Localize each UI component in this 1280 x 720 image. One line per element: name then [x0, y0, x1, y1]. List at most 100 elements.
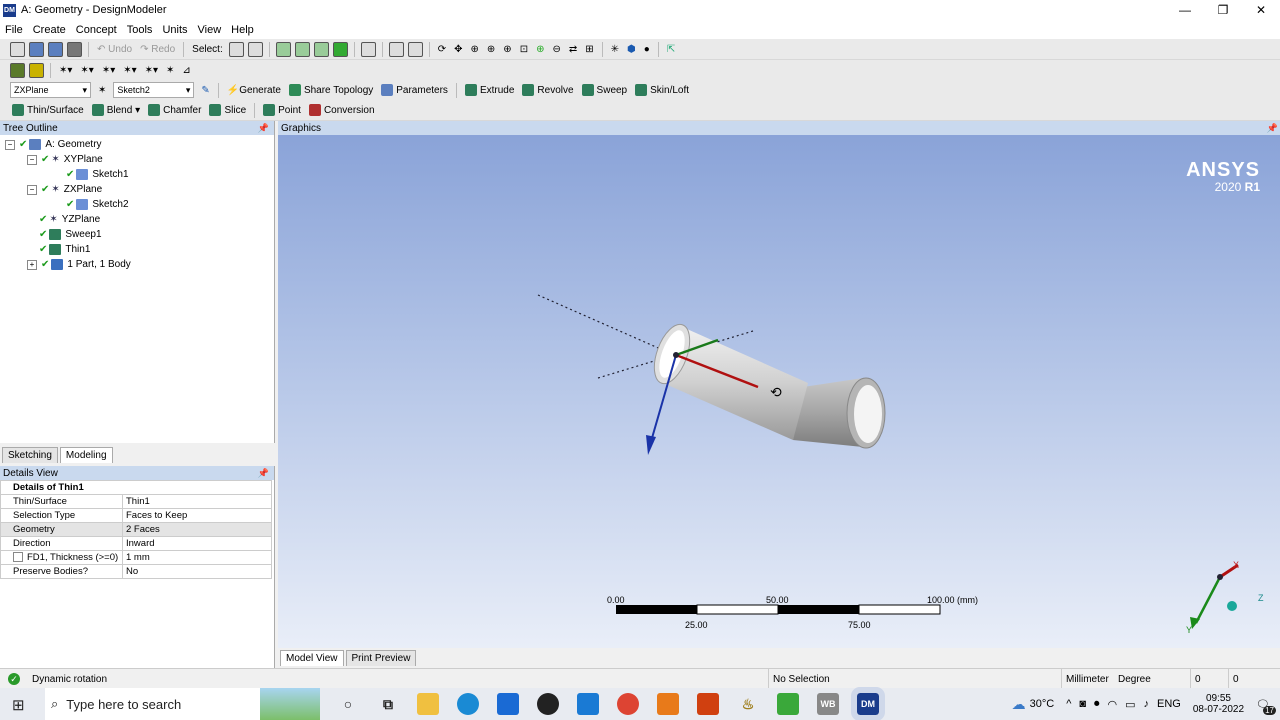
tree-item-sketch1[interactable]: ✔ Sketch1: [0, 167, 274, 182]
camera-icon[interactable]: ◙: [1079, 698, 1086, 710]
select-mode-icon[interactable]: [228, 41, 244, 57]
previous-view-icon[interactable]: ⇄: [565, 44, 581, 55]
maximize-button[interactable]: ❐: [1204, 0, 1242, 20]
collapse-icon[interactable]: −: [27, 184, 37, 195]
weather-icon[interactable]: ☁: [1012, 696, 1026, 713]
pin-icon[interactable]: 📌: [258, 468, 269, 479]
wifi-icon[interactable]: ◠: [1108, 698, 1118, 711]
plane-select[interactable]: ZXPlane: [10, 82, 91, 98]
cortana-icon[interactable]: ○: [337, 693, 359, 715]
share-topology-button[interactable]: Share Topology: [285, 84, 377, 96]
new-sketch-icon-2[interactable]: ✎: [197, 85, 213, 96]
taskbar-search[interactable]: ⌕ Type here to search: [45, 688, 260, 720]
plane-options-icon[interactable]: ✶▾: [119, 65, 140, 76]
rotate-icon[interactable]: ⟳: [434, 44, 450, 55]
zoom-box-icon[interactable]: ⊕: [483, 44, 499, 55]
parameters-button[interactable]: Parameters: [377, 84, 452, 96]
extrude-button[interactable]: Extrude: [461, 84, 518, 96]
clock[interactable]: 09:55 08-07-2022: [1193, 693, 1244, 715]
tree-item-sketch2[interactable]: ✔ Sketch2: [0, 197, 274, 212]
help-pointer-icon[interactable]: ⇱: [663, 44, 679, 55]
menu-help[interactable]: Help: [226, 24, 259, 36]
designmodeler-icon[interactable]: DM: [851, 687, 885, 720]
sketch-select[interactable]: Sketch2: [113, 82, 195, 98]
tree-item-zxplane[interactable]: − ✔ ✶ ZXPlane: [0, 182, 274, 197]
tab-modeling[interactable]: Modeling: [59, 447, 113, 463]
new-sketch-icon[interactable]: ✶: [162, 65, 178, 76]
pipe-body-first-segment[interactable]: [647, 320, 808, 440]
details-row[interactable]: Thin/Surface Thin1: [0, 494, 272, 509]
new-icon[interactable]: [10, 41, 25, 57]
zoom-fit-icon[interactable]: ⊡: [516, 44, 532, 55]
new-plane-icon[interactable]: ✶▾: [55, 65, 76, 76]
blend-button[interactable]: Blend ▾: [88, 104, 144, 116]
collapse-icon[interactable]: −: [27, 154, 37, 165]
tree-item-sweep1[interactable]: ✔ Sweep1: [0, 227, 274, 242]
tree-item-yzplane[interactable]: ✔ ✶ YZPlane: [0, 212, 274, 227]
display-model-color-icon[interactable]: [29, 62, 44, 78]
workbench-icon[interactable]: WB: [817, 693, 839, 715]
details-row[interactable]: Selection Type Faces to Keep: [0, 508, 272, 523]
language-label[interactable]: ENG: [1157, 698, 1181, 710]
display-model-icon[interactable]: ⬢: [623, 44, 640, 55]
store-icon[interactable]: [497, 693, 519, 715]
details-row[interactable]: Direction Inward: [0, 536, 272, 551]
save-icon[interactable]: [29, 41, 44, 57]
select-face-icon[interactable]: [313, 41, 329, 57]
next-view-icon[interactable]: ⊞: [581, 44, 597, 55]
display-point-icon[interactable]: ●: [640, 44, 654, 55]
microphone-icon[interactable]: ⏺: [1094, 698, 1100, 711]
tree-item-xyplane[interactable]: − ✔ ✶ XYPlane: [0, 152, 274, 167]
plane-normal-icon[interactable]: ✶▾: [141, 65, 162, 76]
redo-button[interactable]: ↷ Redo: [136, 44, 179, 55]
box-select2-icon[interactable]: [407, 41, 423, 57]
menu-tools[interactable]: Tools: [122, 24, 158, 36]
details-row[interactable]: Preserve Bodies? No: [0, 564, 272, 579]
sweep-button[interactable]: Sweep: [578, 84, 632, 96]
obs-icon[interactable]: [537, 693, 559, 715]
revolve-button[interactable]: Revolve: [518, 84, 577, 96]
chart-app-icon[interactable]: [777, 693, 799, 715]
notification-icon[interactable]: 🗨 17: [1256, 698, 1276, 715]
menu-file[interactable]: File: [0, 24, 28, 36]
tab-sketching[interactable]: Sketching: [2, 447, 58, 463]
expand-icon[interactable]: +: [27, 259, 37, 270]
acrobat-icon[interactable]: [697, 693, 719, 715]
battery-icon[interactable]: ▭: [1125, 698, 1135, 711]
chevron-up-icon[interactable]: ^: [1066, 698, 1071, 710]
close-button[interactable]: ✕: [1242, 0, 1280, 20]
windows-start-icon[interactable]: ⊞: [12, 696, 25, 714]
graphics-viewport[interactable]: ANSYS 2020 R1 ⟲ X Z Y 0.00 50.00 100.00 …: [278, 135, 1280, 648]
edge-icon[interactable]: [457, 693, 479, 715]
point-button[interactable]: Point: [259, 104, 305, 116]
box-select-icon[interactable]: [388, 41, 404, 57]
file-explorer-icon[interactable]: [417, 693, 439, 715]
skin-loft-button[interactable]: Skin/Loft: [631, 84, 693, 96]
conversion-button[interactable]: Conversion: [305, 104, 379, 116]
select-body-icon[interactable]: [332, 41, 348, 57]
pan-icon[interactable]: ✥: [450, 44, 466, 55]
pin-icon[interactable]: 📌: [258, 123, 269, 134]
display-plane-icon[interactable]: [10, 62, 25, 78]
collapse-icon[interactable]: −: [5, 139, 15, 150]
volume-icon[interactable]: ♪: [1144, 698, 1150, 710]
menu-concept[interactable]: Concept: [71, 24, 122, 36]
slice-button[interactable]: Slice: [205, 104, 250, 116]
tree-item-geometry[interactable]: − ✔ A: Geometry: [0, 137, 274, 152]
menu-create[interactable]: Create: [28, 24, 71, 36]
chrome-icon[interactable]: [617, 693, 639, 715]
extend-select-icon[interactable]: [360, 41, 376, 57]
menu-view[interactable]: View: [193, 24, 227, 36]
tree-item-thin1[interactable]: ✔ Thin1: [0, 242, 274, 257]
tab-print-preview[interactable]: Print Preview: [345, 650, 417, 666]
tab-model-view[interactable]: Model View: [280, 650, 344, 666]
model-canvas[interactable]: ⟲ X Z Y 0.00 50.00 100.00 (mm) 25.00 75.…: [278, 135, 1280, 648]
zoom-in-icon[interactable]: ⊕: [499, 44, 515, 55]
undo-button[interactable]: ↶ Undo: [93, 44, 136, 55]
zoom-icon[interactable]: ⊕: [467, 44, 483, 55]
select-point-icon[interactable]: [275, 41, 291, 57]
generate-button[interactable]: ⚡ Generate: [223, 85, 285, 96]
minimize-button[interactable]: —: [1166, 0, 1204, 20]
java-icon[interactable]: ♨: [737, 693, 759, 715]
select-filter-icon[interactable]: [247, 41, 263, 57]
